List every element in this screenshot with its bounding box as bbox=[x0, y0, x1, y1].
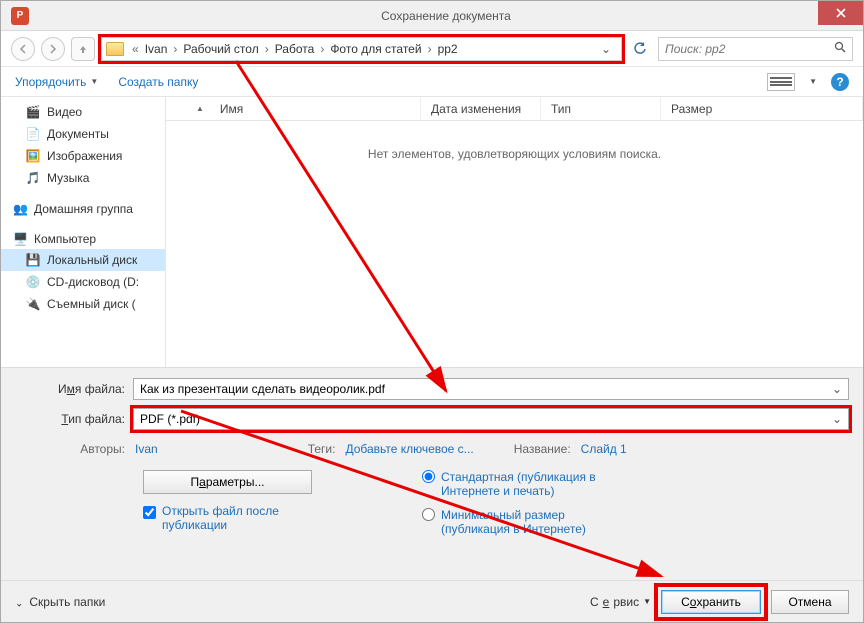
window-title: Сохранение документа bbox=[29, 9, 863, 23]
nav-back-button[interactable] bbox=[11, 37, 35, 61]
optimize-standard-radio[interactable]: Стандартная (публикация в Интернете и пе… bbox=[422, 470, 611, 498]
picture-icon: 🖼️ bbox=[25, 148, 41, 164]
search-icon bbox=[834, 41, 846, 56]
chevron-down-icon: ▼ bbox=[643, 597, 651, 606]
optimize-standard-input[interactable] bbox=[422, 470, 435, 483]
drive-icon: 💾 bbox=[25, 252, 41, 268]
organize-label: Упорядочить bbox=[15, 75, 86, 89]
sort-indicator-icon: ▲ bbox=[196, 104, 204, 113]
tags-label: Теги: bbox=[308, 442, 336, 456]
filename-label: Имя файла: bbox=[15, 382, 125, 396]
cancel-button[interactable]: Отмена bbox=[771, 590, 849, 614]
file-list[interactable]: ▲ Имя Дата изменения Тип Размер Нет элем… bbox=[166, 97, 863, 367]
title-value[interactable]: Слайд 1 bbox=[581, 442, 627, 456]
chevron-right-icon: › bbox=[263, 42, 271, 56]
breadcrumb-item[interactable]: pp2 bbox=[436, 42, 460, 56]
cd-icon: 💿 bbox=[25, 274, 41, 290]
chevron-down-icon[interactable]: ⌄ bbox=[832, 382, 842, 396]
sidebar-item-cd-drive[interactable]: 💿 CD-дисковод (D: bbox=[1, 271, 165, 293]
computer-icon: 🖥️ bbox=[13, 232, 28, 246]
sidebar-item-local-disk[interactable]: 💾 Локальный диск bbox=[1, 249, 165, 271]
column-date[interactable]: Дата изменения bbox=[421, 97, 541, 120]
filetype-label: Тип файла: bbox=[15, 412, 125, 426]
chevron-right-icon: › bbox=[426, 42, 434, 56]
breadcrumb-item[interactable]: Фото для статей bbox=[328, 42, 423, 56]
refresh-button[interactable] bbox=[628, 37, 652, 61]
empty-message: Нет элементов, удовлетворяющих условиям … bbox=[166, 121, 863, 187]
chevron-down-icon: ▼ bbox=[809, 77, 817, 86]
app-icon: P bbox=[11, 7, 29, 25]
homegroup-icon: 👥 bbox=[13, 202, 28, 216]
breadcrumb-dropdown[interactable]: ⌄ bbox=[595, 42, 617, 56]
chevron-up-icon: ⌃ bbox=[15, 596, 23, 607]
filetype-combo[interactable]: PDF (*.pdf) ⌄ bbox=[133, 408, 849, 430]
chevron-right-icon: › bbox=[318, 42, 326, 56]
close-button[interactable] bbox=[818, 1, 863, 25]
filename-input[interactable]: ⌄ bbox=[133, 378, 849, 400]
chevron-down-icon: ⌄ bbox=[832, 412, 842, 426]
new-folder-button[interactable]: Создать папку bbox=[118, 75, 198, 89]
open-after-publish-input[interactable] bbox=[143, 506, 156, 519]
authors-label: Авторы: bbox=[15, 442, 125, 456]
chevron-down-icon: ▼ bbox=[90, 77, 98, 86]
optimize-minimum-input[interactable] bbox=[422, 508, 435, 521]
sidebar-item-removable[interactable]: 🔌 Съемный диск ( bbox=[1, 293, 165, 315]
search-input[interactable] bbox=[658, 37, 853, 61]
column-size[interactable]: Размер bbox=[661, 97, 863, 120]
sidebar-item-computer[interactable]: 🖥️ Компьютер bbox=[1, 229, 165, 249]
nav-forward-button[interactable] bbox=[41, 37, 65, 61]
filename-field[interactable] bbox=[140, 382, 832, 396]
breadcrumb-item[interactable]: Работа bbox=[273, 42, 317, 56]
view-mode-button[interactable] bbox=[767, 73, 795, 91]
filetype-value: PDF (*.pdf) bbox=[140, 412, 200, 426]
video-icon: 🎬 bbox=[25, 104, 41, 120]
hide-folders-toggle[interactable]: ⌃ Скрыть папки bbox=[15, 595, 105, 609]
chevron-right-icon: › bbox=[171, 42, 179, 56]
folder-icon bbox=[106, 42, 124, 56]
sidebar-item-documents[interactable]: 📄 Документы bbox=[1, 123, 165, 145]
save-button[interactable]: Сохранить bbox=[661, 590, 761, 614]
new-folder-label: Создать папку bbox=[118, 75, 198, 89]
open-after-publish-checkbox[interactable]: Открыть файл после публикации bbox=[143, 504, 312, 532]
breadcrumb[interactable]: « Ivan › Рабочий стол › Работа › Фото дл… bbox=[101, 37, 622, 61]
title-label: Название: bbox=[514, 442, 571, 456]
organize-menu[interactable]: Упорядочить ▼ bbox=[15, 75, 98, 89]
search-field[interactable] bbox=[665, 42, 834, 56]
tags-value[interactable]: Добавьте ключевое с... bbox=[345, 442, 473, 456]
options-button[interactable]: Параметры... bbox=[143, 470, 312, 494]
optimize-minimum-radio[interactable]: Минимальный размер (публикация в Интерне… bbox=[422, 508, 611, 536]
help-button[interactable]: ? bbox=[831, 73, 849, 91]
column-type[interactable]: Тип bbox=[541, 97, 661, 120]
sidebar-item-homegroup[interactable]: 👥 Домашняя группа bbox=[1, 199, 165, 219]
authors-value[interactable]: Ivan bbox=[135, 442, 158, 456]
sidebar-item-music[interactable]: 🎵 Музыка bbox=[1, 167, 165, 189]
music-icon: 🎵 bbox=[25, 170, 41, 186]
tools-menu[interactable]: Сервис ▼ bbox=[590, 595, 651, 609]
breadcrumb-item[interactable]: Рабочий стол bbox=[181, 42, 260, 56]
document-icon: 📄 bbox=[25, 126, 41, 142]
breadcrumb-item[interactable]: Ivan bbox=[143, 42, 170, 56]
sidebar: 🎬 Видео 📄 Документы 🖼️ Изображения 🎵 Муз… bbox=[1, 97, 166, 367]
sidebar-item-pictures[interactable]: 🖼️ Изображения bbox=[1, 145, 165, 167]
nav-up-button[interactable] bbox=[71, 37, 95, 61]
sidebar-item-videos[interactable]: 🎬 Видео bbox=[1, 101, 165, 123]
usb-icon: 🔌 bbox=[25, 296, 41, 312]
column-name[interactable]: ▲ Имя bbox=[166, 97, 421, 120]
breadcrumb-prefix: « bbox=[130, 42, 141, 56]
